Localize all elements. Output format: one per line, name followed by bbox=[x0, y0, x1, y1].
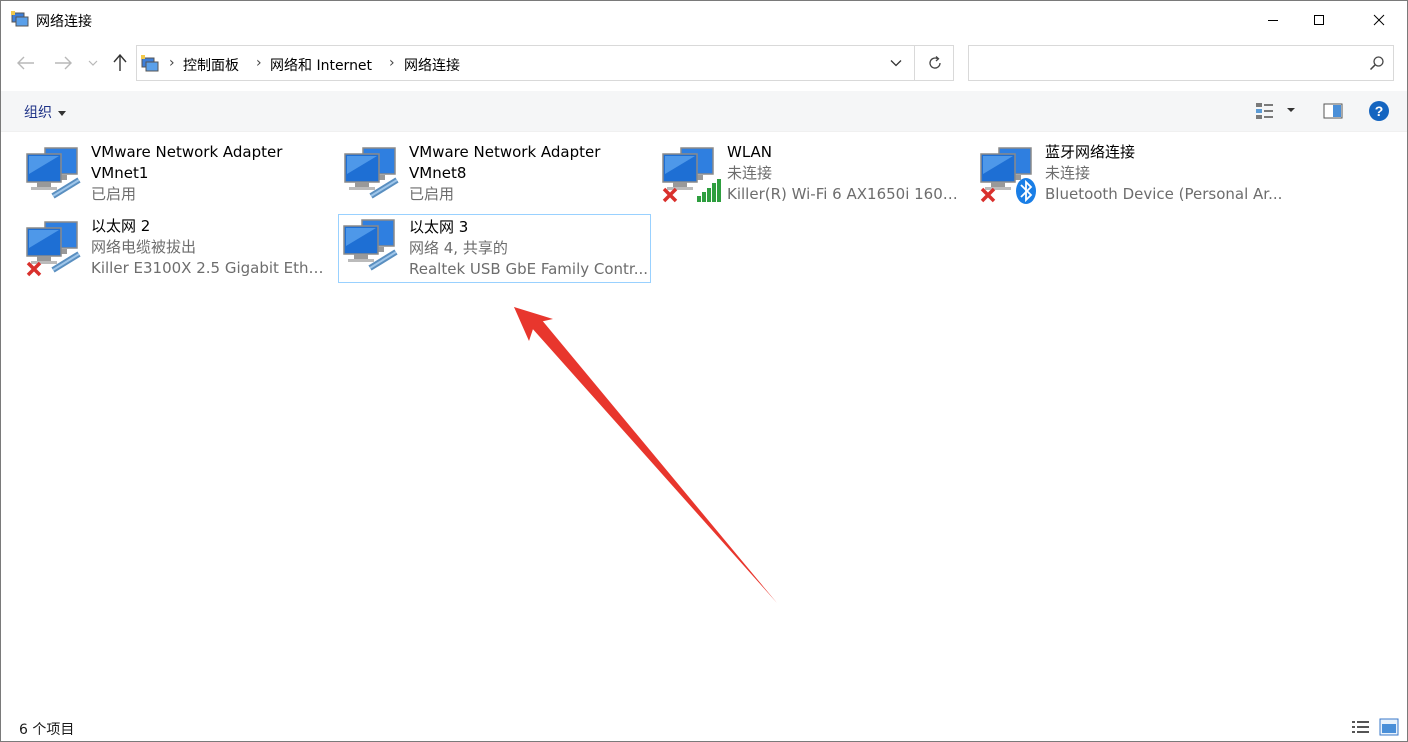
organize-menu[interactable]: 组织 bbox=[24, 102, 66, 122]
item-status: 已启用 bbox=[409, 185, 455, 203]
item-subtitle: VMnet1 bbox=[91, 164, 149, 182]
wireless-adapter-icon bbox=[662, 147, 721, 203]
item-subtitle: VMnet8 bbox=[409, 164, 467, 182]
chevron-down-icon bbox=[88, 60, 98, 66]
breadcrumb-control-panel[interactable]: 控制面板 bbox=[183, 55, 239, 75]
details-view-icon[interactable] bbox=[1351, 719, 1371, 735]
maximize-button[interactable] bbox=[1296, 1, 1342, 39]
preview-pane-icon[interactable] bbox=[1323, 101, 1343, 121]
refresh-icon bbox=[928, 56, 941, 69]
connection-item-ethernet-2[interactable]: 以太网 2 网络电缆被拔出 Killer E3100X 2.5 Gigabit … bbox=[21, 216, 333, 284]
bluetooth-adapter-icon bbox=[980, 147, 1036, 204]
wifi-signal-icon bbox=[697, 179, 721, 202]
navigation-row: › 控制面板 › 网络和 Internet › 网络连接 bbox=[1, 43, 1407, 83]
up-button[interactable] bbox=[108, 51, 132, 75]
item-status: 未连接 bbox=[727, 164, 773, 182]
connection-item-ethernet-3[interactable]: 以太网 3 网络 4, 共享的 Realtek USB GbE Family C… bbox=[338, 214, 651, 283]
item-device: Realtek USB GbE Family Contr... bbox=[409, 260, 649, 278]
item-device: Killer(R) Wi-Fi 6 AX1650i 160M... bbox=[727, 185, 967, 203]
item-title: 以太网 2 bbox=[91, 217, 151, 235]
caret-down-icon bbox=[58, 110, 66, 116]
chevron-down-icon bbox=[890, 60, 902, 67]
item-device: Killer E3100X 2.5 Gigabit Ether... bbox=[91, 259, 331, 277]
connection-item-wlan[interactable]: WLAN 未连接 Killer(R) Wi-Fi 6 AX1650i 160M.… bbox=[657, 142, 969, 210]
explorer-window: 网络连接 › 控制面板 › 网络和 Internet › 网络连接 组织 ? V… bbox=[0, 0, 1408, 742]
breadcrumb-separator: › bbox=[169, 55, 175, 71]
refresh-button[interactable] bbox=[914, 46, 954, 80]
item-title: 以太网 3 bbox=[409, 218, 469, 236]
network-adapter-icon bbox=[344, 147, 399, 199]
control-panel-icon bbox=[141, 55, 159, 72]
address-history-button[interactable] bbox=[879, 46, 913, 80]
arrow-up-icon bbox=[113, 54, 127, 71]
error-x-icon bbox=[980, 187, 996, 203]
title-bar[interactable]: 网络连接 bbox=[1, 1, 1407, 39]
minimize-icon bbox=[1268, 20, 1278, 21]
item-count: 6 个项目 bbox=[19, 722, 75, 738]
maximize-icon bbox=[1314, 15, 1324, 25]
arrow-right-icon bbox=[55, 56, 72, 70]
search-icon bbox=[1369, 56, 1384, 71]
forward-button[interactable] bbox=[51, 51, 75, 75]
item-status: 已启用 bbox=[91, 185, 137, 203]
network-adapter-icon bbox=[26, 147, 81, 199]
error-x-icon bbox=[662, 187, 678, 203]
close-button[interactable] bbox=[1356, 1, 1402, 39]
large-icons-view-icon[interactable] bbox=[1379, 718, 1399, 736]
breadcrumb-separator: › bbox=[389, 55, 395, 71]
connection-item-vmnet8[interactable]: VMware Network Adapter VMnet8 已启用 bbox=[339, 142, 651, 210]
address-bar[interactable]: › 控制面板 › 网络和 Internet › 网络连接 bbox=[136, 45, 954, 81]
window-title: 网络连接 bbox=[36, 14, 92, 30]
item-title: VMware Network Adapter bbox=[91, 143, 283, 161]
ethernet-adapter-icon bbox=[343, 219, 398, 271]
change-view-icon[interactable] bbox=[1255, 101, 1275, 121]
item-title: VMware Network Adapter bbox=[409, 143, 601, 161]
network-connections-icon bbox=[11, 11, 29, 27]
item-device: Bluetooth Device (Personal Ar... bbox=[1045, 185, 1283, 203]
status-bar: 6 个项目 bbox=[1, 713, 1407, 741]
item-status: 网络电缆被拔出 bbox=[91, 238, 197, 256]
back-button[interactable] bbox=[14, 51, 38, 75]
close-icon bbox=[1373, 14, 1385, 26]
item-title: WLAN bbox=[727, 143, 773, 161]
ethernet-adapter-icon bbox=[26, 221, 81, 277]
item-title: 蓝牙网络连接 bbox=[1045, 143, 1136, 161]
item-status: 未连接 bbox=[1045, 164, 1091, 182]
organize-label: 组织 bbox=[24, 105, 52, 121]
search-input[interactable] bbox=[968, 45, 1394, 81]
svg-text:?: ? bbox=[1375, 103, 1384, 119]
connection-item-bluetooth[interactable]: 蓝牙网络连接 未连接 Bluetooth Device (Personal Ar… bbox=[975, 142, 1287, 210]
bluetooth-icon bbox=[1016, 178, 1036, 204]
minimize-button[interactable] bbox=[1250, 1, 1296, 39]
help-icon[interactable]: ? bbox=[1368, 100, 1390, 122]
arrow-left-icon bbox=[17, 56, 34, 70]
error-x-icon bbox=[26, 261, 42, 277]
recent-locations-button[interactable] bbox=[83, 51, 103, 75]
breadcrumb-separator: › bbox=[256, 55, 262, 71]
view-options-chevron-icon[interactable] bbox=[1286, 107, 1296, 115]
breadcrumb-network-connections[interactable]: 网络连接 bbox=[404, 55, 460, 75]
connection-item-vmnet1[interactable]: VMware Network Adapter VMnet1 已启用 bbox=[21, 142, 333, 210]
item-status: 网络 4, 共享的 bbox=[409, 239, 508, 257]
command-bar: 组织 ? bbox=[1, 91, 1407, 132]
breadcrumb-network-internet[interactable]: 网络和 Internet bbox=[270, 55, 372, 75]
